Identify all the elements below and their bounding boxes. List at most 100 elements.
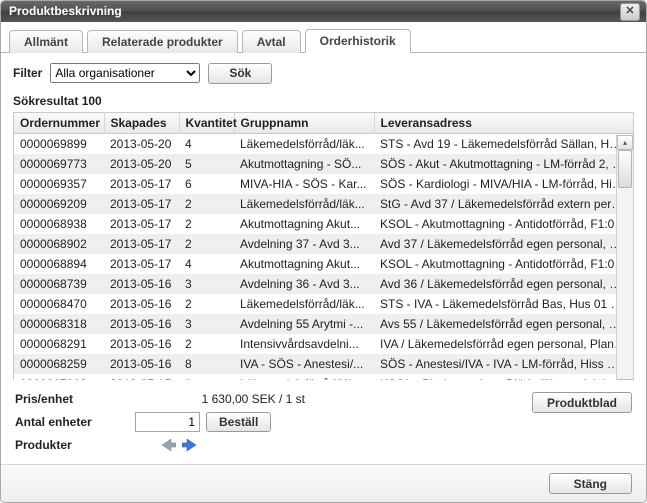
table-row[interactable]: 00000698992013-05-204Läkemedelsförråd/lä… <box>14 133 633 154</box>
price-label: Pris/enhet <box>15 392 135 406</box>
tab-label: Relaterade produkter <box>102 35 223 49</box>
cell-addr: StG - Avd 37 / Läkemedelsförråd extern p… <box>374 194 633 214</box>
table-row[interactable]: 00000684702013-05-162Läkemedelsförråd/lä… <box>14 294 633 314</box>
cell-qty: 8 <box>179 354 234 374</box>
grid-header-row: Ordernummer Skapades Kvantitet Gruppnamn… <box>14 113 633 134</box>
table-row[interactable]: 00000682912013-05-162Intensivvårdsavdeln… <box>14 334 633 354</box>
col-header-ordernummer[interactable]: Ordernummer <box>14 113 104 134</box>
bottom-panel: Produktblad Pris/enhet 1 630,00 SEK / 1 … <box>1 380 646 464</box>
next-product-icon[interactable] <box>181 438 197 452</box>
window-titlebar: Produktbeskrivning ✕ <box>1 1 646 22</box>
tab-allmant[interactable]: Allmänt <box>9 30 83 53</box>
cell-created: 2013-05-16 <box>104 314 179 334</box>
cell-addr: STS - IVA - Läkemedelsförråd Bas, Hus 01… <box>374 294 633 314</box>
cell-qty: 3 <box>179 314 234 334</box>
cell-group: Akutmottagning Akut... <box>234 214 374 234</box>
cell-addr: Avd 37 / Läkemedelsförråd egen personal,… <box>374 234 633 254</box>
tab-label: Orderhistorik <box>320 34 396 48</box>
scroll-up-button[interactable]: ▴ <box>617 135 633 150</box>
cell-qty: 4 <box>179 133 234 154</box>
tab-content: Filter Alla organisationer Sök Sökresult… <box>1 53 646 380</box>
col-header-leveransadress[interactable]: Leveransadress <box>374 113 633 134</box>
cell-created: 2013-05-20 <box>104 133 179 154</box>
cell-created: 2013-05-16 <box>104 294 179 314</box>
results-title: Sökresultat 100 <box>13 94 634 108</box>
table-row[interactable]: 00000687392013-05-163Avdelning 36 - Avd … <box>14 274 633 294</box>
grid-scrollbar[interactable]: ▴ ▾ <box>616 135 633 380</box>
cell-group: Läkemedelsförråd/läk... <box>234 133 374 154</box>
cell-group: Intensivvårdsavdelni... <box>234 334 374 354</box>
scroll-thumb[interactable] <box>618 150 632 188</box>
cell-order: 0000068259 <box>14 354 104 374</box>
cell-created: 2013-05-16 <box>104 334 179 354</box>
cell-addr: IVA / Läkemedelsförråd egen personal, Pl… <box>374 334 633 354</box>
products-label: Produkter <box>15 438 135 452</box>
filter-label: Filter <box>13 66 42 80</box>
table-row[interactable]: 00000689022013-05-172Avdelning 37 - Avd … <box>14 234 633 254</box>
table-row[interactable]: 00000692092013-05-172Läkemedelsförråd/lä… <box>14 194 633 214</box>
cell-order: 0000068470 <box>14 294 104 314</box>
filter-row: Filter Alla organisationer Sök <box>13 63 634 84</box>
cell-addr: Avs 55 / Läkemedelsförråd egen personal,… <box>374 314 633 334</box>
cell-created: 2013-05-17 <box>104 254 179 274</box>
cell-order: 0000068902 <box>14 234 104 254</box>
cell-group: Avdelning 37 - Avd 3... <box>234 234 374 254</box>
tab-orderhistorik[interactable]: Orderhistorik <box>305 29 411 53</box>
cell-order: 0000068938 <box>14 214 104 234</box>
units-input[interactable] <box>135 412 200 432</box>
cell-created: 2013-05-17 <box>104 194 179 214</box>
table-row[interactable]: 00000689382013-05-172Akutmottagning Akut… <box>14 214 633 234</box>
table-row[interactable]: 00000693572013-05-176MIVA-HIA - SÖS - Ka… <box>14 174 633 194</box>
cell-order: 0000068318 <box>14 314 104 334</box>
cell-order: 0000068291 <box>14 334 104 354</box>
tab-bar: Allmänt Relaterade produkter Avtal Order… <box>1 22 646 53</box>
prev-product-icon[interactable] <box>161 438 177 452</box>
filter-organisation-select[interactable]: Alla organisationer <box>50 63 200 83</box>
cell-order: 0000068894 <box>14 254 104 274</box>
cell-addr: SÖS - Kardiologi - MIVA/HIA - LM-förråd,… <box>374 174 633 194</box>
cell-group: Läkemedelsförråd/läk... <box>234 194 374 214</box>
table-row[interactable]: 00000683182013-05-163Avdelning 55 Arytmi… <box>14 314 633 334</box>
window-close-button[interactable]: ✕ <box>620 3 640 21</box>
cell-group: Akutmottagning - SÖ... <box>234 154 374 174</box>
cell-group: MIVA-HIA - SÖS - Kar... <box>234 174 374 194</box>
table-row[interactable]: 00000682592013-05-168IVA - SÖS - Anestes… <box>14 354 633 374</box>
order-button[interactable]: Beställ <box>206 412 271 432</box>
tab-label: Allmänt <box>24 35 68 49</box>
cell-order: 0000069209 <box>14 194 104 214</box>
results-grid: Ordernummer Skapades Kvantitet Gruppnamn… <box>13 112 634 380</box>
table-row[interactable]: 00000697732013-05-205Akutmottagning - SÖ… <box>14 154 633 174</box>
cell-qty: 2 <box>179 334 234 354</box>
cell-addr: SÖS - Anestesi/IVA - IVA - LM-förråd, Hi… <box>374 354 633 374</box>
cell-order: 0000068739 <box>14 274 104 294</box>
cell-qty: 4 <box>179 254 234 274</box>
col-header-kvantitet[interactable]: Kvantitet <box>179 113 234 134</box>
table-row[interactable]: 00000688942013-05-174Akutmottagning Akut… <box>14 254 633 274</box>
produktblad-button[interactable]: Produktblad <box>532 392 632 413</box>
cell-created: 2013-05-16 <box>104 274 179 294</box>
tab-label: Avtal <box>257 35 286 49</box>
cell-created: 2013-05-17 <box>104 214 179 234</box>
col-header-gruppnamn[interactable]: Gruppnamn <box>234 113 374 134</box>
cell-created: 2013-05-16 <box>104 354 179 374</box>
col-header-skapades[interactable]: Skapades <box>104 113 179 134</box>
cell-addr: KSOL - Akutmottagning - Antidotförråd, F… <box>374 214 633 234</box>
cell-created: 2013-05-17 <box>104 174 179 194</box>
cell-group: Avdelning 55 Arytmi -... <box>234 314 374 334</box>
cell-order: 0000069899 <box>14 133 104 154</box>
close-button[interactable]: Stäng <box>549 473 632 494</box>
cell-addr: SÖS - Akut - Akutmottagning - LM-förråd … <box>374 154 633 174</box>
cell-group: IVA - SÖS - Anestesi/... <box>234 354 374 374</box>
dialog-footer: Stäng <box>1 464 646 502</box>
tab-avtal[interactable]: Avtal <box>242 30 301 53</box>
cell-addr: STS - Avd 19 - Läkemedelsförråd Sällan, … <box>374 133 633 154</box>
tab-relaterade-produkter[interactable]: Relaterade produkter <box>87 30 238 53</box>
cell-qty: 2 <box>179 194 234 214</box>
cell-group: Avdelning 36 - Avd 3... <box>234 274 374 294</box>
search-button[interactable]: Sök <box>208 63 272 84</box>
cell-order: 0000069773 <box>14 154 104 174</box>
cell-qty: 6 <box>179 174 234 194</box>
cell-qty: 5 <box>179 154 234 174</box>
window-title: Produktbeskrivning <box>9 4 122 18</box>
cell-qty: 3 <box>179 274 234 294</box>
